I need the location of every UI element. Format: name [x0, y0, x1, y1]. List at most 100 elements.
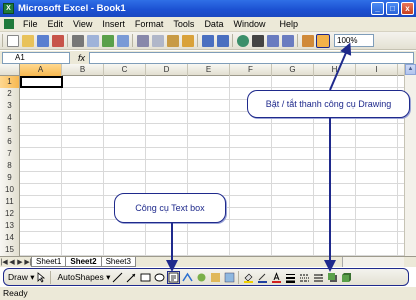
cell[interactable]	[272, 220, 314, 231]
cell[interactable]	[230, 244, 272, 255]
cell[interactable]	[188, 124, 230, 135]
cell[interactable]	[62, 76, 104, 87]
clip-art-icon[interactable]	[210, 272, 221, 283]
3d-style-icon[interactable]	[341, 272, 352, 283]
cell[interactable]	[230, 196, 272, 207]
column-header[interactable]: D	[146, 64, 188, 76]
arrow-style-icon[interactable]	[313, 272, 324, 283]
cell[interactable]	[146, 172, 188, 183]
row-header[interactable]: 5	[0, 124, 20, 136]
row-header[interactable]: 3	[0, 100, 20, 112]
row-header[interactable]: 10	[0, 184, 20, 196]
cell[interactable]	[62, 112, 104, 123]
sort-descending-icon[interactable]	[281, 34, 294, 47]
cell[interactable]	[314, 196, 356, 207]
format-painter-icon[interactable]	[181, 34, 194, 47]
column-header[interactable]: E	[188, 64, 230, 76]
arrow-icon[interactable]	[126, 272, 137, 283]
cell[interactable]	[314, 76, 356, 87]
cell[interactable]	[146, 136, 188, 147]
cell[interactable]	[20, 88, 62, 99]
column-header[interactable]: H	[314, 64, 356, 76]
cell[interactable]	[272, 160, 314, 171]
cell[interactable]	[20, 244, 62, 255]
tab-sheet3[interactable]: Sheet3	[100, 257, 136, 267]
cell[interactable]	[230, 124, 272, 135]
cell[interactable]	[146, 160, 188, 171]
cell[interactable]	[146, 88, 188, 99]
cell[interactable]	[230, 220, 272, 231]
cell[interactable]	[146, 244, 188, 255]
row-header[interactable]: 13	[0, 220, 20, 232]
spelling-icon[interactable]	[101, 34, 114, 47]
wordart-icon[interactable]	[182, 272, 193, 283]
cell[interactable]	[146, 148, 188, 159]
cell[interactable]	[20, 172, 62, 183]
cell[interactable]	[146, 232, 188, 243]
cell[interactable]	[20, 184, 62, 195]
maximize-button[interactable]: □	[386, 2, 399, 15]
cell[interactable]	[356, 148, 398, 159]
toolbar-grip[interactable]	[2, 34, 3, 47]
cell[interactable]	[104, 232, 146, 243]
insert-function-button[interactable]: fx	[78, 53, 85, 63]
cell[interactable]	[104, 76, 146, 87]
horizontal-scrollbar[interactable]	[342, 257, 404, 267]
text-box-icon[interactable]	[166, 270, 180, 284]
cell[interactable]	[188, 172, 230, 183]
cell[interactable]	[62, 148, 104, 159]
cell[interactable]	[230, 148, 272, 159]
cell[interactable]	[230, 160, 272, 171]
cell[interactable]	[20, 148, 62, 159]
autosum-icon[interactable]	[251, 34, 264, 47]
cell[interactable]	[62, 124, 104, 135]
cell[interactable]	[20, 208, 62, 219]
cell[interactable]	[356, 184, 398, 195]
cell[interactable]	[62, 220, 104, 231]
minimize-button[interactable]: _	[371, 2, 384, 15]
select-all-corner[interactable]	[0, 64, 20, 76]
next-sheet-nav[interactable]: ▶	[16, 258, 24, 266]
cell[interactable]	[188, 88, 230, 99]
cell[interactable]	[356, 160, 398, 171]
cell[interactable]	[230, 232, 272, 243]
cell[interactable]	[188, 148, 230, 159]
cell[interactable]	[20, 196, 62, 207]
first-sheet-nav[interactable]: |◀	[0, 258, 8, 266]
new-icon[interactable]	[6, 34, 19, 47]
cell[interactable]	[314, 124, 356, 135]
cell[interactable]	[272, 124, 314, 135]
research-icon[interactable]	[116, 34, 129, 47]
cell[interactable]	[146, 76, 188, 87]
cell[interactable]	[104, 244, 146, 255]
cell[interactable]	[62, 232, 104, 243]
row-header[interactable]: 8	[0, 160, 20, 172]
close-button[interactable]: x	[401, 2, 414, 15]
cell[interactable]	[272, 76, 314, 87]
workbook-icon[interactable]	[4, 19, 14, 29]
cell[interactable]	[20, 220, 62, 231]
cell[interactable]	[188, 112, 230, 123]
tab-sheet1[interactable]: Sheet1	[31, 257, 67, 267]
save-icon[interactable]	[36, 34, 49, 47]
column-header[interactable]: B	[62, 64, 104, 76]
draw-menu-button[interactable]: Draw ▾	[8, 272, 34, 283]
menu-help[interactable]: Help	[274, 19, 303, 29]
cell[interactable]	[356, 208, 398, 219]
cell[interactable]	[314, 160, 356, 171]
drawing-toggle-icon[interactable]	[315, 33, 330, 48]
cell[interactable]	[188, 160, 230, 171]
cell[interactable]	[356, 244, 398, 255]
cell[interactable]	[272, 172, 314, 183]
cell[interactable]	[20, 232, 62, 243]
cell[interactable]	[104, 136, 146, 147]
cell[interactable]	[188, 76, 230, 87]
row-header[interactable]: 4	[0, 112, 20, 124]
fill-color-icon[interactable]	[243, 272, 254, 283]
redo-icon[interactable]	[216, 34, 229, 47]
cell[interactable]	[146, 100, 188, 111]
sort-ascending-icon[interactable]	[266, 34, 279, 47]
paste-icon[interactable]	[166, 34, 179, 47]
print-icon[interactable]	[71, 34, 84, 47]
prev-sheet-nav[interactable]: ◀	[8, 258, 16, 266]
